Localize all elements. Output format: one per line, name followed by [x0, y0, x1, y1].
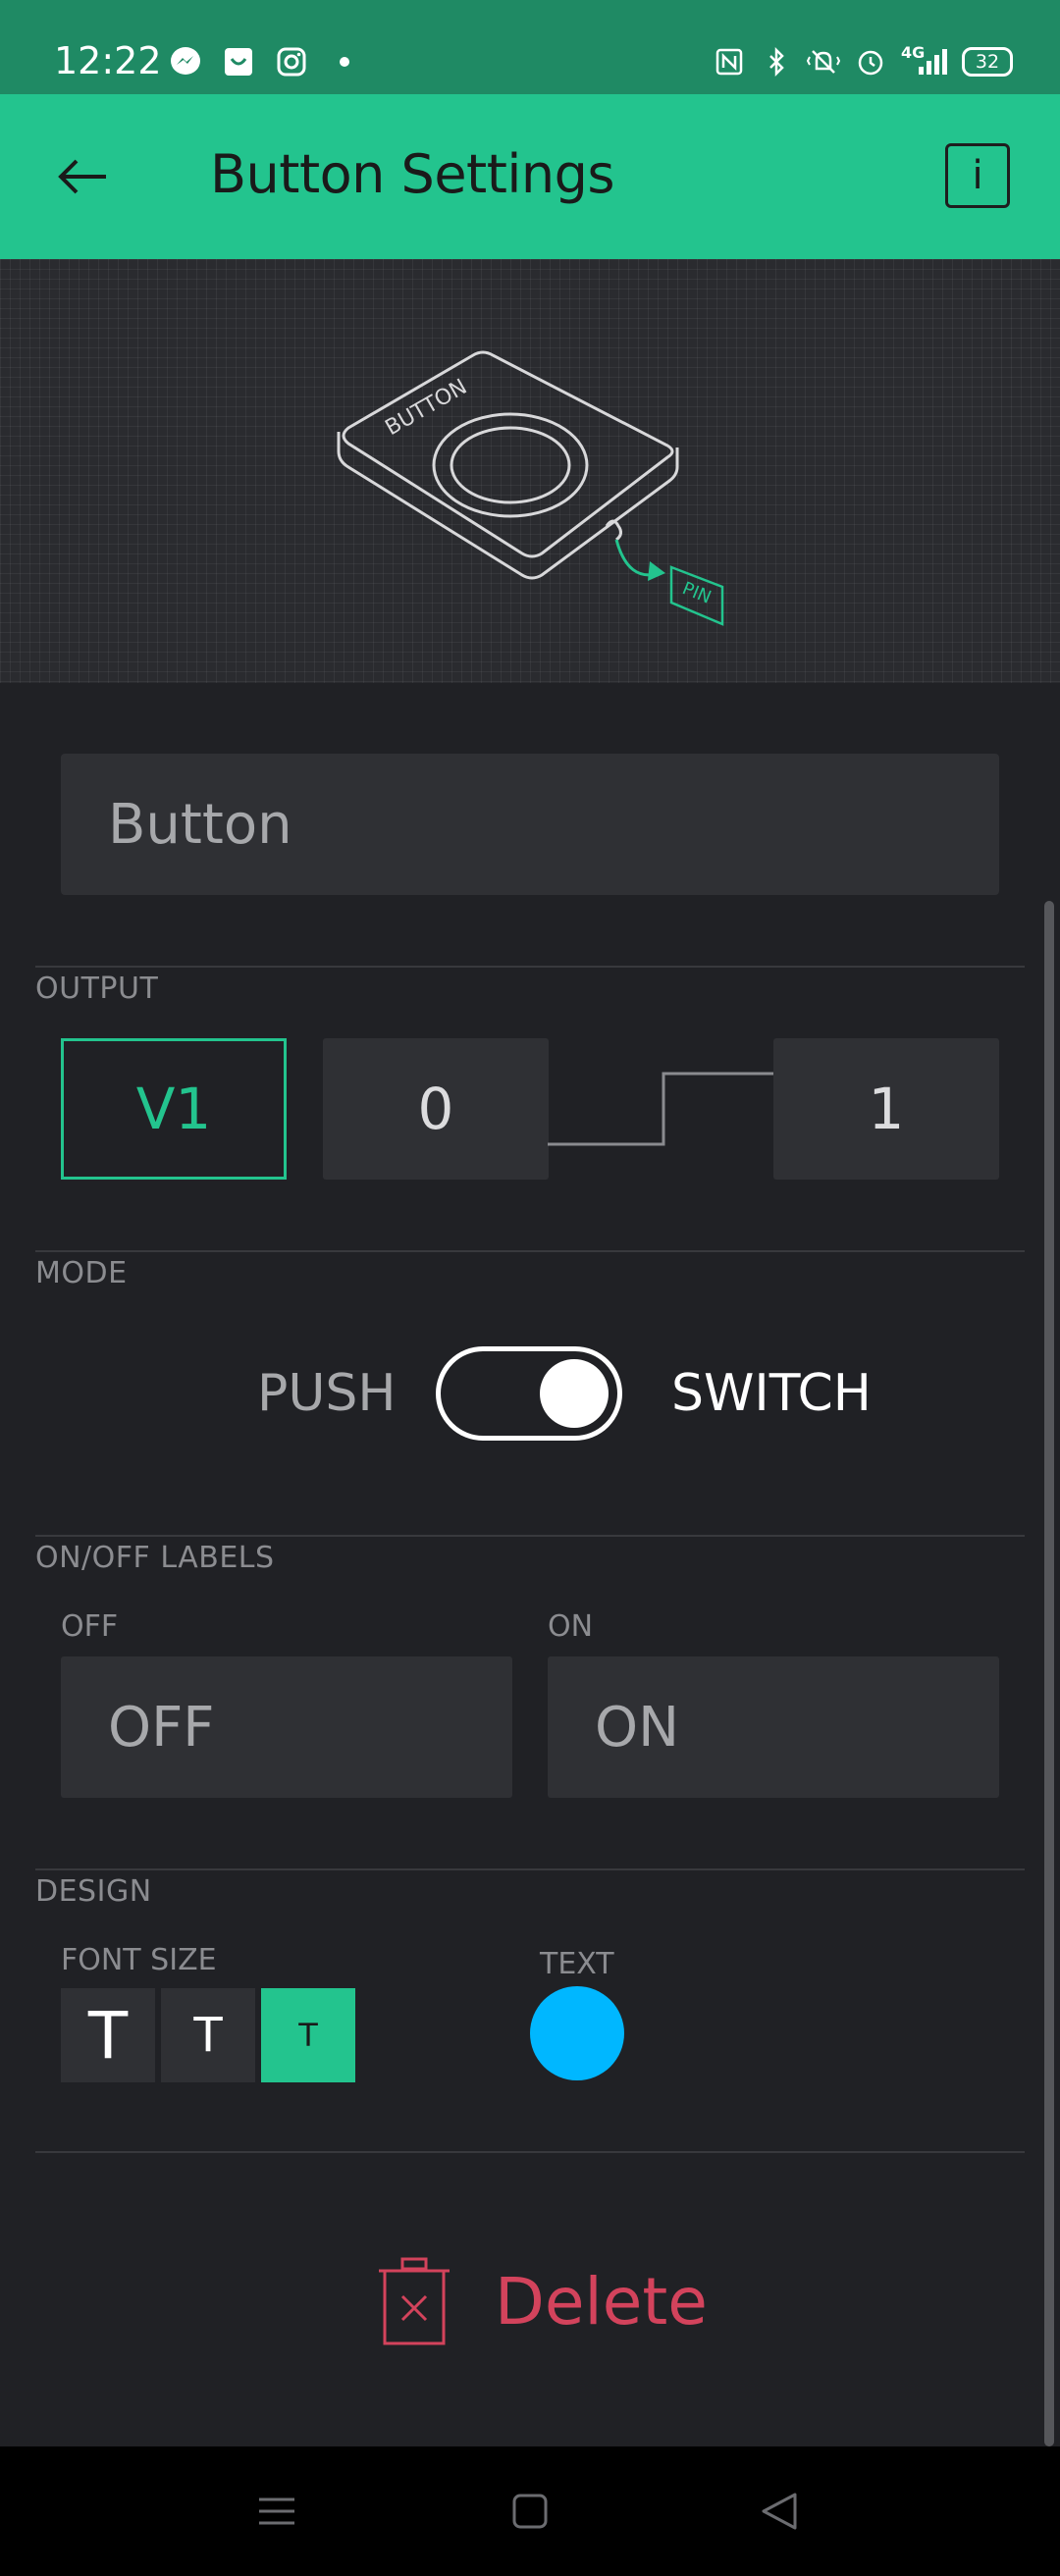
text-color-picker[interactable]: [530, 1986, 624, 2080]
dot-icon: [328, 45, 361, 79]
delete-label: Delete: [495, 2263, 708, 2339]
divider: [35, 2151, 1025, 2153]
output-step-line: [548, 1072, 773, 1146]
alarm-icon: [854, 45, 887, 79]
widget-name-input[interactable]: Button: [61, 754, 999, 895]
font-size-small-button[interactable]: T: [261, 1988, 355, 2082]
status-time: 12:22: [54, 39, 162, 82]
arrow-left-icon: [58, 159, 106, 194]
delete-button[interactable]: Delete: [377, 2257, 708, 2345]
button-device-illustration: BUTTON PIN: [337, 350, 724, 626]
bluetooth-icon: [760, 45, 793, 79]
status-bar: 12:22 4G 32: [0, 0, 1060, 94]
design-section-label: DESIGN: [35, 1874, 152, 1909]
home-nav-button[interactable]: [501, 2482, 559, 2541]
page-title: Button Settings: [210, 143, 615, 205]
off-label-input[interactable]: OFF: [61, 1656, 512, 1798]
on-label-input[interactable]: ON: [548, 1656, 999, 1798]
mode-push-label[interactable]: PUSH: [257, 1364, 397, 1423]
trash-icon: [379, 2257, 450, 2345]
mode-switch-label[interactable]: SWITCH: [671, 1364, 872, 1423]
output-pin-selector[interactable]: V1: [61, 1038, 287, 1180]
system-nav-bar: [0, 2446, 1060, 2576]
output-high-value[interactable]: 1: [773, 1038, 999, 1180]
messenger-icon: [169, 45, 202, 79]
font-size-medium-button[interactable]: T: [161, 1988, 255, 2082]
output-section-label: OUTPUT: [35, 972, 159, 1006]
scrollbar[interactable]: [1044, 901, 1054, 2446]
off-caption: OFF: [61, 1609, 119, 1644]
silent-icon: [807, 45, 840, 79]
battery-indicator: 32: [962, 47, 1013, 77]
menu-nav-button[interactable]: [247, 2482, 306, 2541]
onoff-section-label: ON/OFF LABELS: [35, 1541, 275, 1575]
triangle-back-icon: [762, 2493, 797, 2530]
instagram-icon: [275, 45, 308, 79]
back-nav-button[interactable]: [750, 2482, 809, 2541]
divider: [35, 1868, 1025, 1870]
device-label: BUTTON: [382, 375, 472, 441]
widget-illustration: BUTTON PIN: [0, 259, 1060, 683]
font-size-large-button[interactable]: T: [61, 1988, 155, 2082]
output-low-value[interactable]: 0: [323, 1038, 549, 1180]
font-size-label: FONT SIZE: [61, 1943, 217, 1977]
divider: [35, 966, 1025, 968]
toggle-knob: [540, 1359, 609, 1428]
app-bar: Button Settings i: [0, 94, 1060, 259]
signal-icon: 4G: [901, 43, 948, 79]
system-icons: 4G 32: [713, 43, 1013, 79]
divider: [35, 1535, 1025, 1537]
shopping-bag-icon: [222, 45, 255, 79]
mode-section-label: MODE: [35, 1256, 128, 1290]
info-button[interactable]: i: [945, 143, 1010, 208]
text-color-label: TEXT: [540, 1947, 614, 1981]
mode-toggle[interactable]: [436, 1346, 622, 1441]
on-caption: ON: [548, 1609, 594, 1644]
nfc-icon: [713, 45, 746, 79]
back-button[interactable]: [51, 145, 114, 208]
notification-icons: [169, 45, 361, 79]
divider: [35, 1250, 1025, 1252]
home-square-icon: [512, 2494, 548, 2529]
menu-icon: [259, 2497, 294, 2525]
